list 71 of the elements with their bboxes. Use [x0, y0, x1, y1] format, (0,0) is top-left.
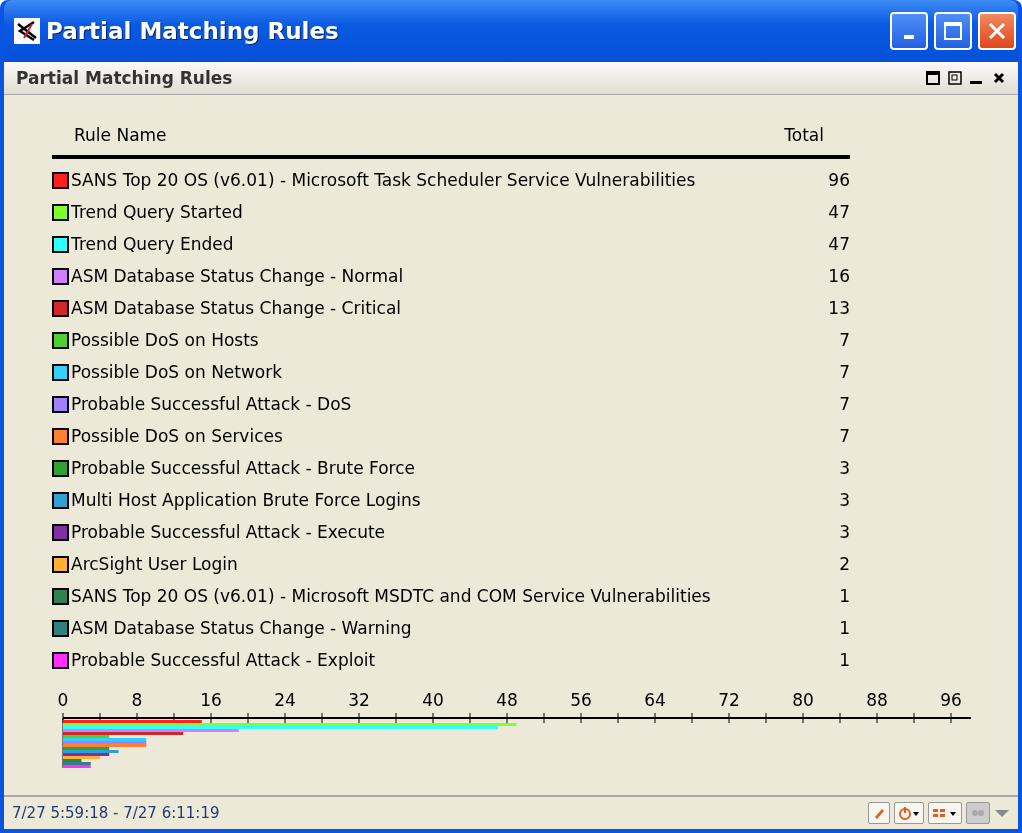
axis-tick-label: 24 — [274, 690, 296, 710]
grid-icon — [932, 806, 958, 820]
close-panel-button[interactable] — [992, 71, 1006, 85]
column-header: Rule Name — [74, 125, 167, 145]
rule-name: ASM Database Status Change - Normal — [71, 266, 405, 286]
close-icon — [988, 22, 1006, 40]
rule-total: 3 — [838, 490, 850, 510]
rule-total: 7 — [838, 362, 850, 382]
rule-name: ArcSight User Login — [71, 554, 239, 574]
window-title: Partial Matching Rules — [46, 18, 340, 44]
minimize-icon — [970, 81, 982, 84]
rule-total: 7 — [838, 394, 850, 414]
rule-total: 96 — [827, 170, 850, 190]
app-logo-icon — [14, 18, 40, 44]
rule-total: 47 — [827, 202, 850, 222]
axis-tick-label: 8 — [131, 690, 143, 710]
rule-name: Probable Successful Attack - DoS — [71, 394, 353, 414]
maximize-button[interactable] — [934, 12, 972, 50]
power-dropdown-button[interactable] — [894, 802, 924, 824]
rule-name: Trend Query Started — [71, 202, 244, 222]
dropdown-arrow-icon[interactable] — [994, 808, 1010, 818]
power-icon — [898, 806, 920, 820]
axis-tick-label: 72 — [718, 690, 740, 710]
rule-total: 2 — [838, 554, 850, 574]
rule-name: Possible DoS on Hosts — [71, 330, 260, 350]
column-header: Total — [784, 125, 824, 145]
axis-tick-label: 88 — [866, 690, 888, 710]
rule-total: 3 — [838, 458, 850, 478]
rule-name: ASM Database Status Change - Warning — [71, 618, 413, 638]
axis-tick-label: 96 — [940, 690, 962, 710]
close-button[interactable] — [978, 12, 1016, 50]
rule-total: 1 — [838, 586, 850, 606]
maximize-icon — [944, 22, 962, 40]
rule-name: Probable Successful Attack - Execute — [71, 522, 387, 542]
pencil-icon — [872, 806, 886, 820]
minimize-button[interactable] — [890, 12, 928, 50]
rule-name: Probable Successful Attack - Brute Force — [71, 458, 417, 478]
rule-total: 13 — [827, 298, 850, 318]
rule-total: 47 — [827, 234, 850, 254]
axis-tick-label: 40 — [422, 690, 444, 710]
maximize-panel-button[interactable] — [926, 71, 940, 85]
axis-tick-label: 48 — [496, 690, 518, 710]
rule-name: SANS Top 20 OS (v6.01) - Microsoft Task Scheduler Service Vulnerabilities — [71, 170, 697, 190]
axis-tick-label: 56 — [570, 690, 592, 710]
rule-name: Probable Successful Attack - Exploit — [71, 650, 377, 670]
rule-total: 7 — [838, 330, 850, 350]
rule-total: 1 — [838, 650, 850, 670]
rule-name: Possible DoS on Services — [71, 426, 284, 446]
axis-tick-label: 80 — [792, 690, 814, 710]
rule-total: 3 — [838, 522, 850, 542]
maximize-icon — [926, 71, 940, 85]
restore-icon — [948, 71, 962, 85]
restore-panel-button[interactable] — [948, 71, 962, 85]
minimize-icon — [904, 35, 914, 39]
time-range: 7/27 5:59:18 - 7/27 6:11:19 — [12, 804, 221, 822]
axis-tick-label: 64 — [644, 690, 666, 710]
axis-tick-label: 32 — [348, 690, 370, 710]
rule-name: Possible DoS on Network — [71, 362, 284, 382]
rule-name: Trend Query Ended — [71, 234, 235, 254]
panel-title: Partial Matching Rules — [16, 68, 234, 88]
rule-total: 16 — [827, 266, 850, 286]
rule-total: 7 — [838, 426, 850, 446]
rule-total: 1 — [838, 618, 850, 638]
rule-name: SANS Top 20 OS (v6.01) - Microsoft MSDTC and COM Service Vulnerabilities — [71, 586, 712, 606]
layout-dropdown-button[interactable] — [928, 802, 962, 824]
close-icon — [992, 71, 1006, 85]
axis-tick-label: 16 — [200, 690, 222, 710]
rule-name: ASM Database Status Change - Critical — [71, 298, 403, 318]
axis-tick-label: 0 — [57, 690, 69, 710]
rule-name: Multi Host Application Brute Force Logins — [71, 490, 422, 510]
edit-button[interactable] — [868, 802, 890, 824]
